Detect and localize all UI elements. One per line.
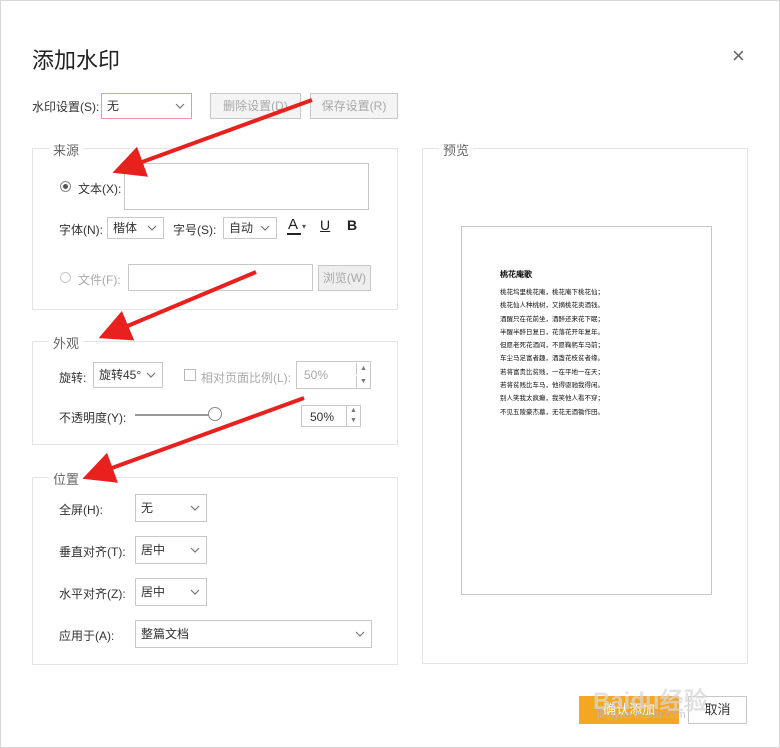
- preview-line: 桃花坞里桃花庵，桃花庵下桃花仙；: [500, 288, 604, 296]
- preview-doc-title: 桃花庵歌: [500, 269, 532, 279]
- position-group-title: 位置: [49, 469, 84, 488]
- preview-doc-body: 桃花坞里桃花庵，桃花庵下桃花仙； 桃花仙人种桃树，又摘桃花卖酒钱。 酒醒只在花前…: [500, 286, 604, 419]
- valign-select[interactable]: 居中: [135, 536, 207, 564]
- preview-line: 若将富贵比贫贱，一在平地一在天；: [500, 367, 604, 376]
- opacity-slider-handle[interactable]: [208, 407, 222, 421]
- file-radio[interactable]: [60, 272, 71, 283]
- increment-icon[interactable]: ▲: [346, 406, 360, 416]
- source-group-title: 来源: [49, 140, 84, 159]
- rotate-select[interactable]: 旋转45°: [93, 362, 163, 388]
- font-color-swatch: [287, 233, 301, 235]
- preview-line: 桃花仙人种桃树，又摘桃花卖酒钱。: [500, 301, 604, 310]
- chevron-down-icon: [147, 218, 157, 246]
- font-color-icon[interactable]: A: [288, 216, 298, 233]
- baidu-watermark-url: jingyan.baidu.com: [597, 709, 686, 721]
- apply-to-select[interactable]: 整篇文档: [135, 620, 372, 648]
- watermark-setting-value: 无: [107, 99, 120, 113]
- chevron-down-icon: [260, 218, 270, 246]
- rotate-label: 旋转:: [59, 371, 87, 385]
- fullscreen-value: 无: [141, 501, 154, 515]
- chevron-down-icon: [190, 537, 200, 574]
- size-select[interactable]: 自动: [223, 217, 277, 239]
- valign-value: 居中: [141, 543, 166, 557]
- halign-value: 居中: [141, 585, 166, 599]
- fullscreen-select[interactable]: 无: [135, 494, 207, 522]
- browse-button[interactable]: 浏览(W): [318, 265, 371, 291]
- underline-icon[interactable]: U: [320, 217, 330, 233]
- preview-line: 但愿老死花酒间，不愿鞠躬车马前；: [500, 341, 604, 350]
- fullscreen-label: 全屏(H):: [59, 503, 103, 517]
- opacity-value: 50%: [310, 410, 335, 424]
- size-label: 字号(S):: [173, 223, 217, 237]
- preview-group-title: 预览: [439, 140, 474, 159]
- halign-select[interactable]: 居中: [135, 578, 207, 606]
- increment-icon[interactable]: ▲: [356, 363, 370, 375]
- apply-to-value: 整篇文档: [141, 627, 190, 641]
- save-setting-button[interactable]: 保存设置(R): [310, 93, 398, 119]
- chevron-down-icon[interactable]: ▾: [302, 222, 306, 231]
- chevron-down-icon: [355, 621, 365, 658]
- relative-scale-stepper[interactable]: 50% ▲ ▼: [296, 361, 371, 389]
- file-path-input[interactable]: [128, 264, 313, 291]
- preview-line: 车尘马足富者趣，酒盏花枝贫者缘。: [500, 354, 604, 363]
- relative-scale-label: 相对页面比例(L):: [201, 371, 292, 385]
- bold-icon[interactable]: B: [347, 217, 357, 233]
- opacity-stepper[interactable]: 50% ▲ ▼: [301, 405, 361, 427]
- chevron-down-icon: [146, 363, 156, 397]
- text-radio[interactable]: [60, 181, 71, 192]
- font-label: 字体(N):: [59, 223, 103, 237]
- preview-page: 桃花庵歌 桃花坞里桃花庵，桃花庵下桃花仙； 桃花仙人种桃树，又摘桃花卖酒钱。 酒…: [461, 226, 712, 595]
- text-option-label: 文本(X):: [78, 182, 122, 196]
- decrement-icon[interactable]: ▼: [356, 376, 370, 388]
- relative-scale-checkbox[interactable]: [184, 369, 196, 381]
- chevron-down-icon: [190, 495, 200, 532]
- close-icon[interactable]: ×: [732, 45, 745, 67]
- halign-label: 水平对齐(Z):: [59, 587, 126, 601]
- font-select[interactable]: 楷体: [107, 217, 164, 239]
- delete-setting-button[interactable]: 删除设置(D): [210, 93, 301, 119]
- file-option-label: 文件(F):: [78, 273, 121, 287]
- size-value: 自动: [229, 221, 254, 235]
- valign-label: 垂直对齐(T):: [59, 545, 126, 559]
- watermark-text-input[interactable]: [124, 163, 369, 210]
- preview-line: 若将贫贱比车马，他得驱驰我得闲。: [500, 381, 604, 390]
- watermark-setting-select[interactable]: 无: [101, 93, 192, 119]
- preview-line: 别人笑我太疯癫，我笑他人看不穿；: [500, 394, 604, 403]
- add-watermark-dialog: 添加水印 × 水印设置(S): 无 删除设置(D) 保存设置(R) 来源 文本(…: [0, 0, 780, 748]
- dialog-title: 添加水印: [32, 48, 121, 73]
- preview-line: 半醒半醉日复日，花落花开年复年。: [500, 327, 604, 336]
- preview-line: 酒醒只在花前坐，酒醉还来花下眠；: [500, 314, 604, 323]
- opacity-label: 不透明度(Y):: [59, 411, 127, 425]
- font-value: 楷体: [113, 221, 138, 235]
- chevron-down-icon: [175, 94, 185, 128]
- apply-to-label: 应用于(A):: [59, 629, 115, 643]
- opacity-slider-track[interactable]: [135, 414, 215, 416]
- chevron-down-icon: [190, 579, 200, 616]
- decrement-icon[interactable]: ▼: [346, 416, 360, 426]
- preview-line: 不见五陵豪杰墓，无花无酒锄作田。: [500, 407, 604, 416]
- relative-scale-value: 50%: [304, 368, 329, 382]
- watermark-setting-label: 水印设置(S):: [32, 100, 100, 114]
- appearance-group: [32, 341, 398, 445]
- appearance-group-title: 外观: [49, 333, 84, 352]
- rotate-value: 旋转45°: [99, 368, 142, 382]
